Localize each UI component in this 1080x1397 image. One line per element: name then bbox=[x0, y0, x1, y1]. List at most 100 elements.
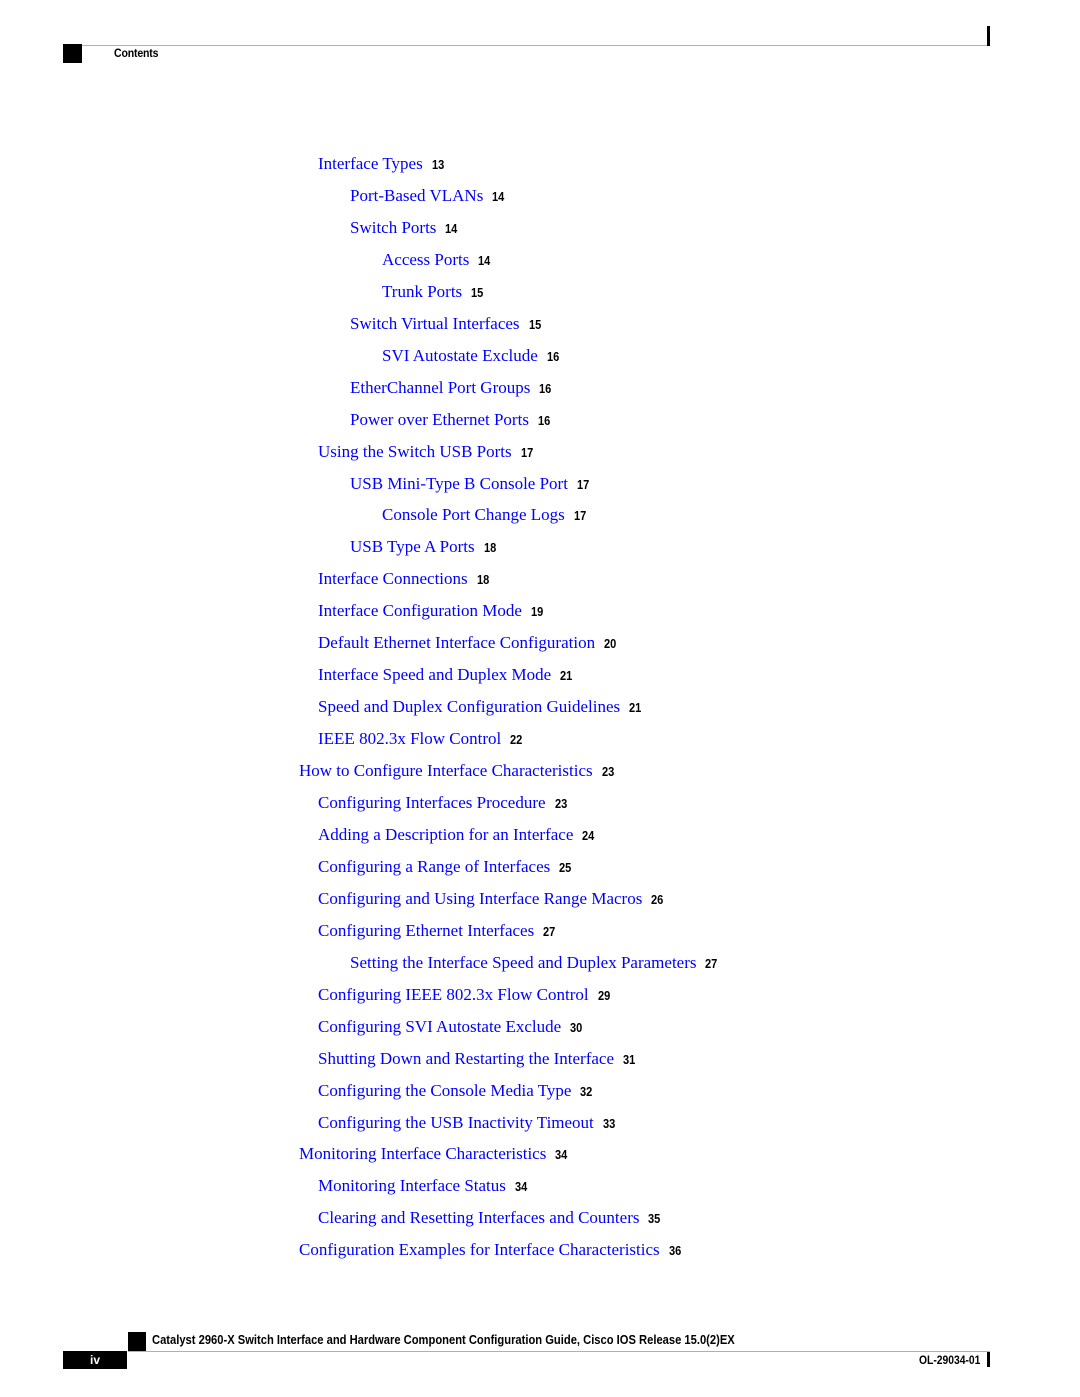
footer-book-title: Catalyst 2960-X Switch Interface and Har… bbox=[152, 1332, 735, 1347]
toc-entry-title-link[interactable]: How to Configure Interface Characteristi… bbox=[299, 761, 593, 780]
toc-entry[interactable]: Clearing and Resetting Interfaces and Co… bbox=[318, 1208, 663, 1229]
toc-entry[interactable]: Configuring and Using Interface Range Ma… bbox=[318, 889, 666, 910]
toc-entry-title-link[interactable]: Interface Configuration Mode bbox=[318, 601, 522, 620]
toc-entry[interactable]: Configuring SVI Autostate Exclude 30 bbox=[318, 1017, 585, 1038]
toc-entry[interactable]: Power over Ethernet Ports 16 bbox=[350, 410, 552, 431]
toc-entry-title-link[interactable]: USB Mini-Type B Console Port bbox=[350, 474, 568, 493]
toc-entry-title-link[interactable]: Interface Speed and Duplex Mode bbox=[318, 665, 551, 684]
toc-entry-page-number: 16 bbox=[546, 349, 560, 364]
toc-entry-page-number: 14 bbox=[445, 221, 458, 236]
toc-entry[interactable]: Configuring Ethernet Interfaces 27 bbox=[318, 921, 558, 942]
toc-entry-title-link[interactable]: Configuring SVI Autostate Exclude bbox=[318, 1017, 561, 1036]
toc-entry-title-link[interactable]: EtherChannel Port Groups bbox=[350, 378, 530, 397]
toc-entry-title-link[interactable]: Monitoring Interface Characteristics bbox=[299, 1144, 546, 1163]
toc-entry[interactable]: Adding a Description for an Interface 24 bbox=[318, 825, 597, 846]
toc-entry-page-number: 18 bbox=[483, 540, 496, 555]
toc-entry[interactable]: Access Ports 14 bbox=[382, 250, 493, 271]
toc-entry[interactable]: Switch Virtual Interfaces 15 bbox=[350, 314, 543, 335]
toc-entry[interactable]: Switch Ports 14 bbox=[350, 218, 460, 239]
toc-entry-page-number: 17 bbox=[573, 508, 587, 523]
toc-entry-page-number: 22 bbox=[510, 732, 523, 747]
toc-entry[interactable]: Interface Connections 18 bbox=[318, 569, 491, 590]
toc-entry-title-link[interactable]: IEEE 802.3x Flow Control bbox=[318, 729, 501, 748]
toc-entry-title-link[interactable]: Using the Switch USB Ports bbox=[318, 442, 512, 461]
toc-entry-page-number: 27 bbox=[543, 924, 556, 939]
toc-entry[interactable]: Configuring Interfaces Procedure 23 bbox=[318, 793, 569, 814]
toc-entry[interactable]: Monitoring Interface Characteristics 34 bbox=[299, 1144, 570, 1165]
toc-entry-title-link[interactable]: Configuring and Using Interface Range Ma… bbox=[318, 889, 642, 908]
toc-entry-title-link[interactable]: Default Ethernet Interface Configuration bbox=[318, 633, 595, 652]
toc-entry[interactable]: Interface Types 13 bbox=[318, 154, 446, 175]
toc-entry-page-number: 24 bbox=[582, 828, 595, 843]
footer-rule bbox=[128, 1351, 990, 1352]
toc-entry[interactable]: Configuring the Console Media Type 32 bbox=[318, 1081, 595, 1102]
toc-entry-title-link[interactable]: Configuring the Console Media Type bbox=[318, 1081, 571, 1100]
toc-entry[interactable]: Monitoring Interface Status 34 bbox=[318, 1176, 529, 1197]
toc-entry-title-link[interactable]: Configuring Interfaces Procedure bbox=[318, 793, 546, 812]
header-rule bbox=[63, 45, 990, 46]
header-edge-bar bbox=[987, 26, 990, 46]
toc-entry-title-link[interactable]: Configuring Ethernet Interfaces bbox=[318, 921, 534, 940]
footer-doc-number: OL-29034-01 bbox=[918, 1353, 980, 1367]
toc-entry[interactable]: USB Mini-Type B Console Port 17 bbox=[350, 474, 591, 495]
header-marker-square bbox=[63, 44, 82, 63]
toc-entry-title-link[interactable]: Access Ports bbox=[382, 250, 469, 269]
toc-entry[interactable]: Setting the Interface Speed and Duplex P… bbox=[350, 953, 720, 974]
toc-entry-title-link[interactable]: Configuring IEEE 802.3x Flow Control bbox=[318, 985, 589, 1004]
toc-entry[interactable]: IEEE 802.3x Flow Control 22 bbox=[318, 729, 525, 750]
toc-entry-title-link[interactable]: USB Type A Ports bbox=[350, 537, 475, 556]
toc-entry-title-link[interactable]: Configuration Examples for Interface Cha… bbox=[299, 1240, 660, 1259]
toc-entry-title-link[interactable]: Switch Ports bbox=[350, 218, 436, 237]
toc-entry-page-number: 27 bbox=[705, 956, 718, 971]
toc-entry[interactable]: Interface Configuration Mode 19 bbox=[318, 601, 545, 622]
toc-entry-title-link[interactable]: Interface Types bbox=[318, 154, 423, 173]
toc-entry-page-number: 34 bbox=[514, 1179, 528, 1194]
toc-entry-title-link[interactable]: Shutting Down and Restarting the Interfa… bbox=[318, 1049, 614, 1068]
toc-entry-title-link[interactable]: Port-Based VLANs bbox=[350, 186, 483, 205]
toc-entry-page-number: 35 bbox=[648, 1211, 661, 1226]
toc-entry-title-link[interactable]: Adding a Description for an Interface bbox=[318, 825, 573, 844]
toc-entry-page-number: 21 bbox=[560, 668, 573, 683]
toc-entry-title-link[interactable]: Configuring a Range of Interfaces bbox=[318, 857, 550, 876]
toc-entry[interactable]: Configuring a Range of Interfaces 25 bbox=[318, 857, 574, 878]
toc-entry-title-link[interactable]: Trunk Ports bbox=[382, 282, 462, 301]
toc-entry-title-link[interactable]: Setting the Interface Speed and Duplex P… bbox=[350, 953, 696, 972]
toc-entry-page-number: 15 bbox=[528, 317, 541, 332]
toc-entry-title-link[interactable]: Switch Virtual Interfaces bbox=[350, 314, 520, 333]
toc-entry[interactable]: Configuring IEEE 802.3x Flow Control 29 bbox=[318, 985, 612, 1006]
toc-entry-title-link[interactable]: Power over Ethernet Ports bbox=[350, 410, 529, 429]
toc-entry-title-link[interactable]: SVI Autostate Exclude bbox=[382, 346, 538, 365]
toc-entry[interactable]: Configuring the USB Inactivity Timeout 33 bbox=[318, 1113, 617, 1134]
toc-entry-title-link[interactable]: Configuring the USB Inactivity Timeout bbox=[318, 1113, 594, 1132]
toc-entry-page-number: 14 bbox=[492, 189, 505, 204]
toc-entry[interactable]: Trunk Ports 15 bbox=[382, 282, 486, 303]
toc-entry-page-number: 30 bbox=[570, 1020, 583, 1035]
toc-entry[interactable]: Using the Switch USB Ports 17 bbox=[318, 442, 535, 463]
toc-entry[interactable]: Shutting Down and Restarting the Interfa… bbox=[318, 1049, 637, 1070]
toc-entry[interactable]: Default Ethernet Interface Configuration… bbox=[318, 633, 619, 654]
header-section-label: Contents bbox=[114, 46, 159, 60]
toc-entry-page-number: 32 bbox=[580, 1084, 593, 1099]
toc-entry[interactable]: USB Type A Ports 18 bbox=[350, 537, 498, 558]
toc-entry[interactable]: Port-Based VLANs 14 bbox=[350, 186, 507, 207]
toc-entry[interactable]: Interface Speed and Duplex Mode 21 bbox=[318, 665, 575, 686]
toc-entry-title-link[interactable]: Interface Connections bbox=[318, 569, 468, 588]
toc-entry-page-number: 34 bbox=[555, 1147, 568, 1162]
footer-edge-bar bbox=[987, 1352, 990, 1367]
toc-entry-page-number: 16 bbox=[539, 381, 552, 396]
toc-entry-page-number: 15 bbox=[471, 285, 484, 300]
toc-entry[interactable]: Speed and Duplex Configuration Guideline… bbox=[318, 697, 644, 718]
toc-entry-title-link[interactable]: Console Port Change Logs bbox=[382, 505, 565, 524]
toc-entry[interactable]: Configuration Examples for Interface Cha… bbox=[299, 1240, 683, 1261]
toc-entry-title-link[interactable]: Clearing and Resetting Interfaces and Co… bbox=[318, 1208, 639, 1227]
toc-entry-title-link[interactable]: Monitoring Interface Status bbox=[318, 1176, 506, 1195]
toc-entry-page-number: 18 bbox=[476, 572, 489, 587]
toc-entry[interactable]: EtherChannel Port Groups 16 bbox=[350, 378, 554, 399]
toc-entry[interactable]: SVI Autostate Exclude 16 bbox=[382, 346, 561, 367]
toc-entry-title-link[interactable]: Speed and Duplex Configuration Guideline… bbox=[318, 697, 620, 716]
toc-entry-page-number: 25 bbox=[559, 860, 572, 875]
toc-entry[interactable]: How to Configure Interface Characteristi… bbox=[299, 761, 616, 782]
toc-entry-page-number: 23 bbox=[601, 764, 614, 779]
toc-entry[interactable]: Console Port Change Logs 17 bbox=[382, 505, 588, 526]
toc-entry-page-number: 21 bbox=[629, 700, 642, 715]
